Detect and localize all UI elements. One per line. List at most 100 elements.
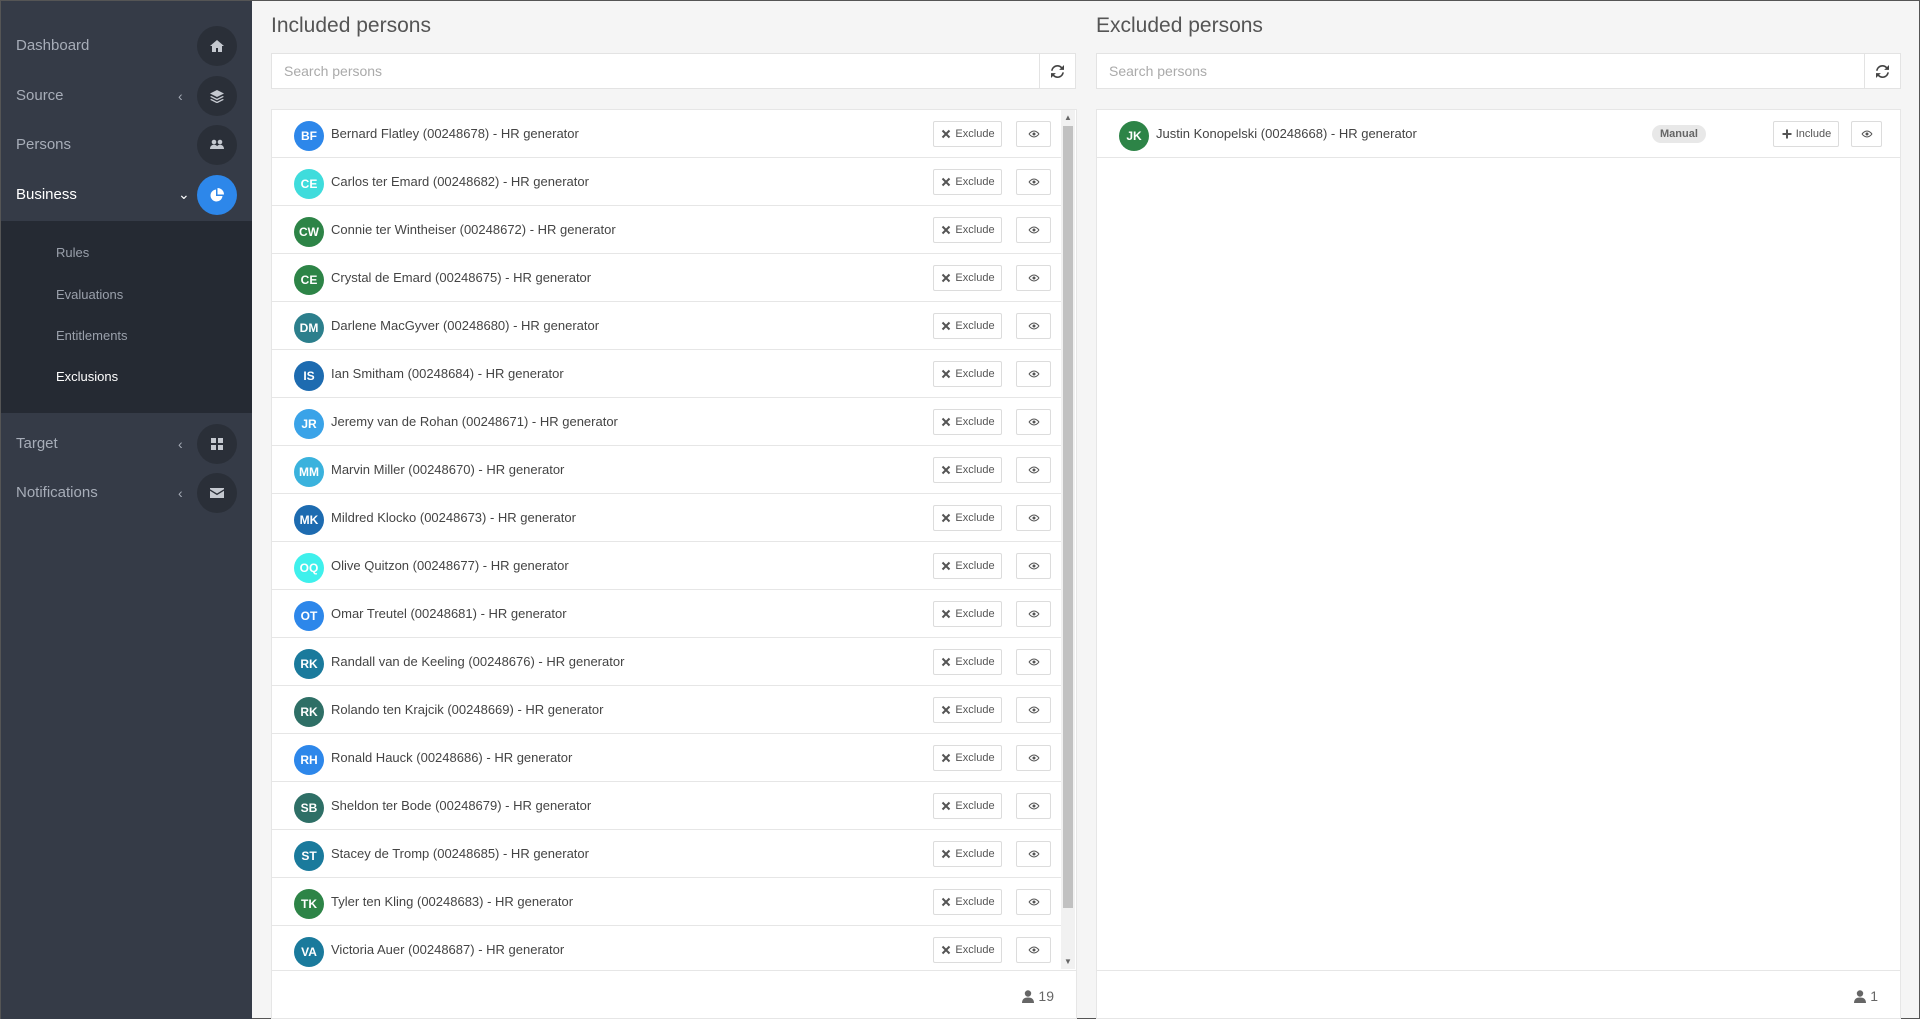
exclude-button[interactable]: Exclude [933,361,1002,387]
times-icon [942,225,951,235]
exclude-button[interactable]: Exclude [933,457,1002,483]
exclude-label: Exclude [955,560,995,572]
nav-notifications-label: Notifications [16,484,98,501]
times-icon [942,705,951,715]
scroll-up-icon[interactable]: ▲ [1064,113,1072,122]
chevron-down-icon: ⌄ [178,186,190,202]
nav-target[interactable]: Target ‹ [1,419,252,468]
included-footer: 19 [271,971,1077,1019]
view-button[interactable] [1016,169,1051,195]
included-search [271,53,1076,89]
view-button[interactable] [1016,841,1051,867]
included-person-row: OQ Olive Quitzon (00248677) - HR generato… [272,542,1062,590]
view-button[interactable] [1016,313,1051,339]
included-count: 19 [1022,988,1054,1004]
exclude-label: Exclude [955,944,995,956]
included-title: Included persons [271,14,431,37]
nav-persons[interactable]: Persons [1,120,252,169]
view-button[interactable] [1016,361,1051,387]
included-person-row: SB Sheldon ter Bode (00248679) - HR gener… [272,782,1062,830]
excluded-footer: 1 [1096,971,1901,1019]
person-name: Darlene MacGyver (00248680) - HR generat… [331,318,600,333]
view-button[interactable] [1016,121,1051,147]
excluded-refresh-button[interactable] [1864,54,1900,88]
nav-business[interactable]: Business ⌄ [1,170,252,219]
eye-icon [1028,130,1039,138]
view-button[interactable] [1016,553,1051,579]
view-button[interactable] [1016,937,1051,963]
person-name: Mildred Klocko (00248673) - HR generator [331,510,576,525]
included-count-value: 19 [1038,988,1054,1004]
excluded-search-input[interactable] [1097,54,1864,88]
submenu-entitlements[interactable]: Entitlements [56,328,128,343]
submenu-evaluations[interactable]: Evaluations [56,287,123,302]
view-button[interactable] [1016,409,1051,435]
avatar: CE [294,169,324,199]
times-icon [942,609,951,619]
exclude-button[interactable]: Exclude [933,937,1002,963]
view-button[interactable] [1016,649,1051,675]
eye-icon [1028,562,1039,570]
view-button[interactable] [1016,793,1051,819]
nav-dashboard[interactable]: Dashboard [1,21,252,70]
view-button[interactable] [1016,745,1051,771]
avatar: RH [294,745,324,775]
times-icon [942,897,951,907]
avatar: OQ [294,553,324,583]
submenu-rules[interactable]: Rules [56,245,89,260]
avatar: DM [294,313,324,343]
exclude-button[interactable]: Exclude [933,553,1002,579]
scroll-down-icon[interactable]: ▼ [1064,957,1072,966]
view-button[interactable] [1851,121,1882,147]
view-button[interactable] [1016,601,1051,627]
eye-icon [1028,706,1039,714]
excluded-count-value: 1 [1870,988,1878,1004]
exclude-button[interactable]: Exclude [933,793,1002,819]
submenu-exclusions[interactable]: Exclusions [56,369,118,384]
exclude-label: Exclude [955,464,995,476]
scrollbar-thumb[interactable] [1063,126,1073,908]
exclude-label: Exclude [955,752,995,764]
nav-notifications[interactable]: Notifications ‹ [1,468,252,517]
exclude-button[interactable]: Exclude [933,505,1002,531]
exclude-button[interactable]: Exclude [933,313,1002,339]
excluded-list: JK Justin Konopelski (00248668) - HR gene… [1096,109,1901,971]
view-button[interactable] [1016,217,1051,243]
view-button[interactable] [1016,505,1051,531]
exclude-label: Exclude [955,368,995,380]
exclude-button[interactable]: Exclude [933,889,1002,915]
exclude-label: Exclude [955,512,995,524]
included-scrollbar[interactable]: ▲ ▼ [1061,110,1075,969]
exclude-button[interactable]: Exclude [933,265,1002,291]
avatar: BF [294,121,324,151]
exclude-label: Exclude [955,128,995,140]
users-icon [197,124,237,165]
nav-source[interactable]: Source ‹ [1,71,252,120]
included-search-input[interactable] [272,54,1039,88]
exclude-button[interactable]: Exclude [933,121,1002,147]
exclude-button[interactable]: Exclude [933,217,1002,243]
included-list: BF Bernard Flatley (00248678) - HR genera… [271,109,1077,974]
exclude-button[interactable]: Exclude [933,169,1002,195]
eye-icon [1028,514,1039,522]
exclude-button[interactable]: Exclude [933,697,1002,723]
excluded-person-row: JK Justin Konopelski (00248668) - HR gene… [1097,110,1900,158]
exclude-button[interactable]: Exclude [933,409,1002,435]
times-icon [942,561,951,571]
include-button[interactable]: Include [1773,121,1839,147]
eye-icon [1028,274,1039,282]
view-button[interactable] [1016,697,1051,723]
included-person-row: MK Mildred Klocko (00248673) - HR generat… [272,494,1062,542]
view-button[interactable] [1016,457,1051,483]
included-refresh-button[interactable] [1039,54,1075,88]
exclude-button[interactable]: Exclude [933,601,1002,627]
view-button[interactable] [1016,265,1051,291]
times-icon [942,945,951,955]
nav-business-label: Business [16,186,77,203]
view-button[interactable] [1016,889,1051,915]
exclude-button[interactable]: Exclude [933,745,1002,771]
excluded-count: 1 [1854,988,1878,1004]
exclude-button[interactable]: Exclude [933,649,1002,675]
times-icon [942,465,951,475]
exclude-button[interactable]: Exclude [933,841,1002,867]
